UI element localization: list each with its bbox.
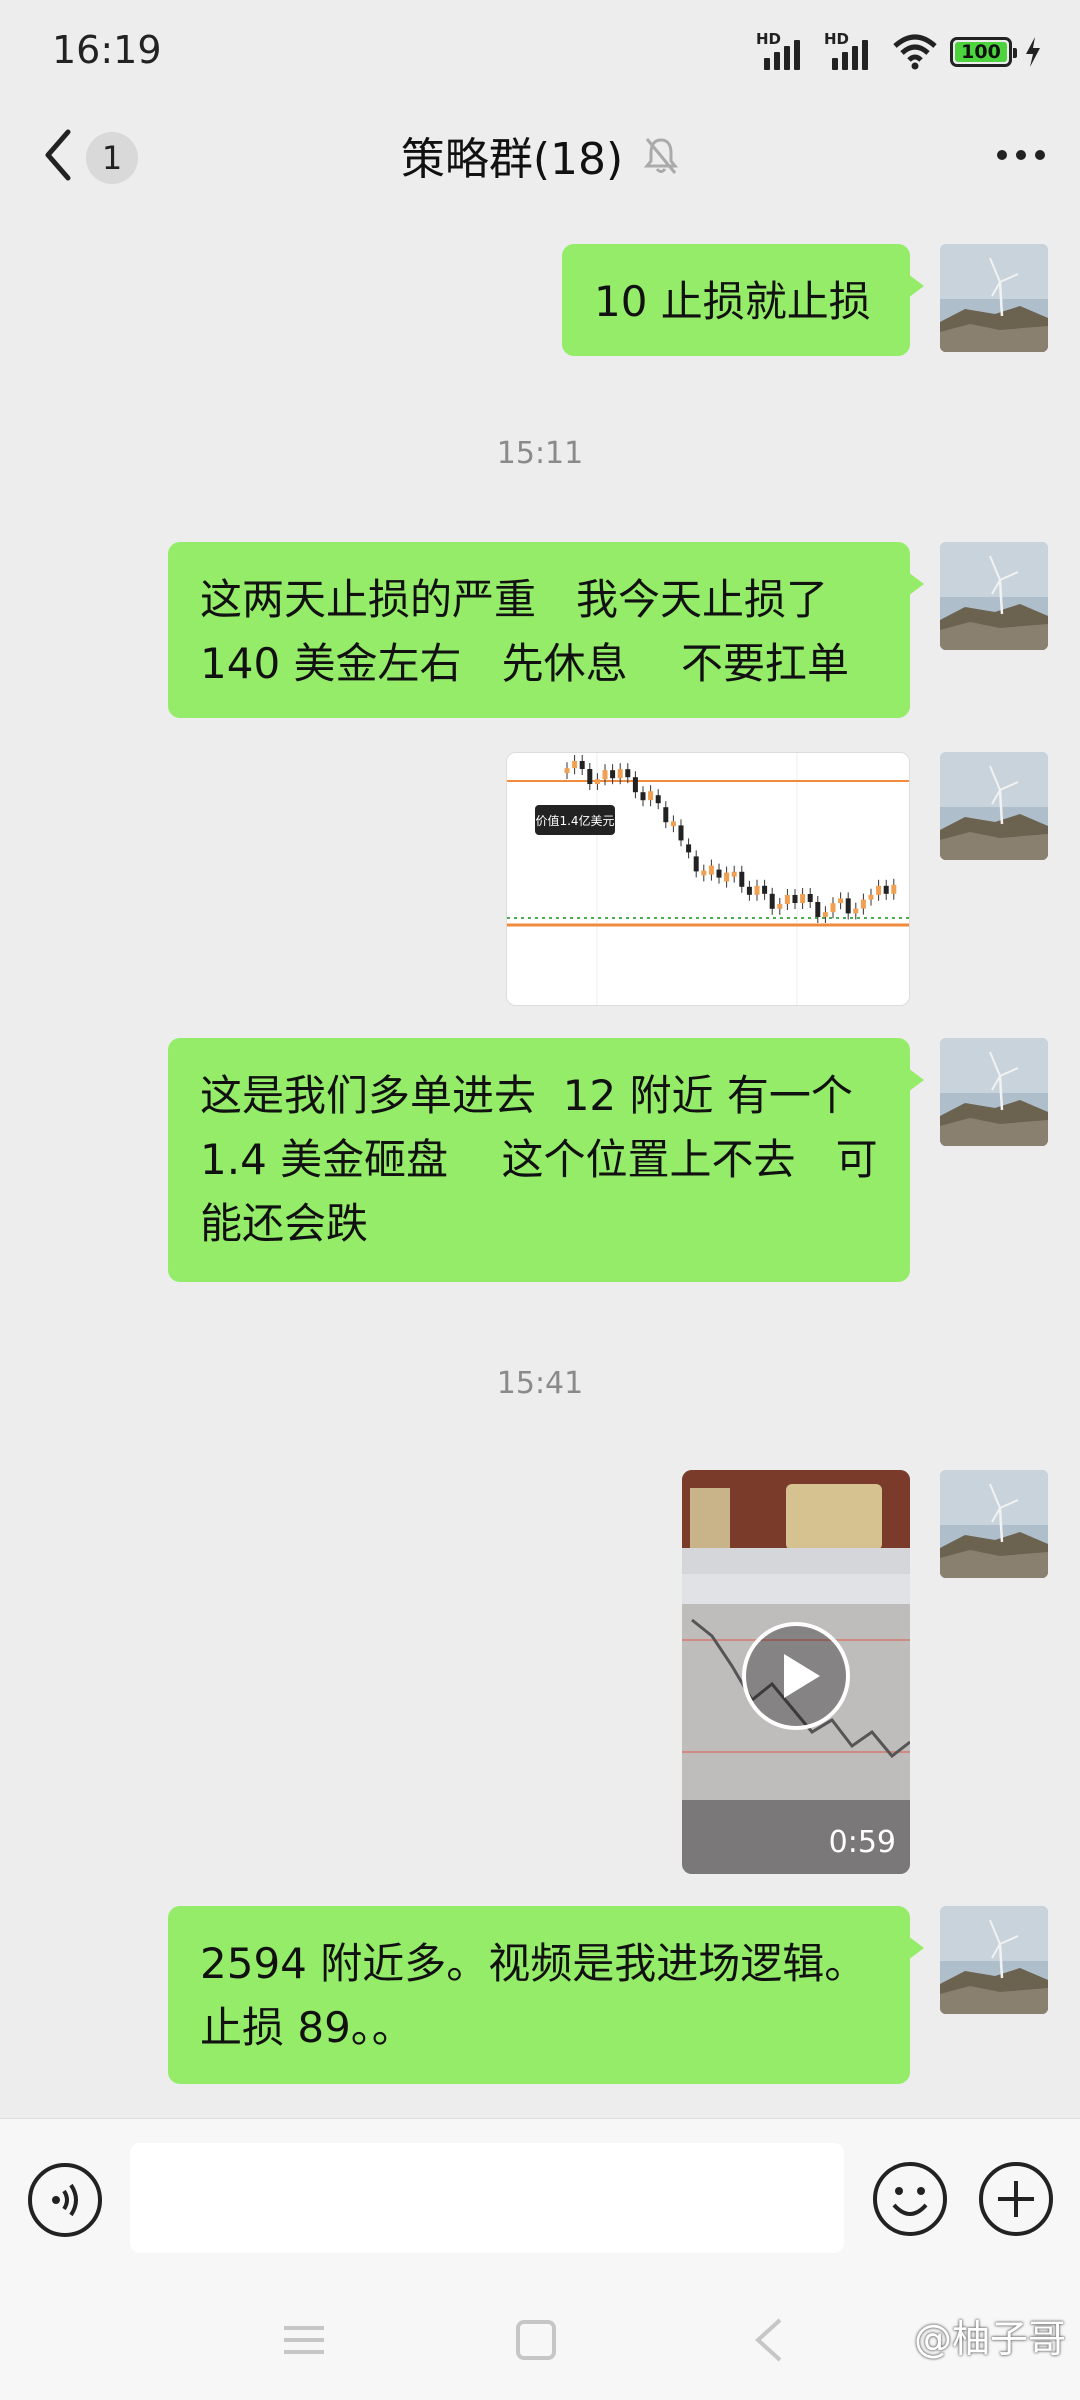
candle-body: [769, 893, 775, 909]
plus-button[interactable]: [976, 2159, 1056, 2239]
avatar[interactable]: [940, 1906, 1048, 2014]
chart-image-message[interactable]: 价值1.4亿美元: [506, 752, 910, 1006]
candle-body: [792, 895, 798, 903]
signal-hd-label: HD: [756, 30, 782, 48]
candle-body: [800, 894, 806, 903]
avatar[interactable]: [940, 1470, 1048, 1578]
video-message[interactable]: 0:59: [682, 1470, 910, 1874]
candle-body: [883, 885, 889, 894]
status-time: 16:19: [52, 28, 162, 72]
signal-icon: HD: [824, 30, 880, 74]
chart-tooltip: 价值1.4亿美元: [535, 813, 614, 828]
voice-input-button[interactable]: [26, 2161, 104, 2239]
status-bar: 16:19 HD HD 100: [0, 0, 1080, 100]
candle-body: [891, 884, 897, 894]
charging-icon: [1026, 37, 1040, 67]
candle-body: [579, 761, 585, 769]
timestamp: 15:11: [496, 436, 584, 471]
more-options-button[interactable]: [990, 130, 1052, 180]
emoji-button[interactable]: [870, 2159, 950, 2239]
avatar[interactable]: [940, 542, 1048, 650]
candle-body: [838, 898, 844, 904]
battery-level: 100: [961, 41, 1001, 63]
candle-body: [807, 894, 813, 902]
candle-body: [784, 895, 790, 904]
candle-body: [701, 870, 707, 876]
candle-body: [860, 899, 866, 909]
input-bar: [0, 2118, 1080, 2279]
candle-body: [663, 807, 669, 823]
video-duration: 0:59: [828, 1825, 896, 1860]
avatar[interactable]: [940, 1038, 1048, 1146]
candle-body: [564, 768, 570, 773]
chat-title: 策略群(18): [400, 134, 624, 185]
candle-body: [777, 904, 783, 909]
avatar[interactable]: [940, 244, 1048, 352]
back-nav-icon[interactable]: [740, 2312, 800, 2368]
candle-body: [632, 777, 638, 793]
candle-body: [876, 885, 882, 895]
candle-body: [594, 779, 600, 784]
candle-body: [602, 770, 608, 780]
candle-body: [830, 903, 836, 913]
battery-icon: 100: [950, 37, 1017, 67]
candle-body: [815, 902, 821, 917]
candle-body: [587, 769, 593, 784]
candle-body: [572, 761, 578, 769]
message-bubble[interactable]: 10 止损就止损: [562, 244, 924, 356]
home-nav-icon[interactable]: [506, 2312, 566, 2368]
message-bubble[interactable]: 2594 附近多。视频是我进场逻辑。 止损 89。。: [168, 1906, 924, 2084]
candle-body: [853, 908, 859, 914]
candle-body: [754, 885, 760, 895]
timestamp: 15:41: [496, 1366, 584, 1401]
candle-body: [716, 869, 722, 878]
play-icon[interactable]: [740, 1620, 852, 1732]
candle-body: [693, 856, 699, 872]
candle-body: [746, 886, 752, 895]
candle-body: [670, 821, 676, 827]
chat-header: 1 策略群(18): [0, 100, 1080, 210]
candle-body: [845, 898, 851, 914]
signal-icon: HD: [756, 30, 812, 74]
candle-body: [655, 795, 661, 804]
candle-body: [708, 865, 714, 875]
message-bubble[interactable]: 这是我们多单进去 12 附近 有一个 1.4 美金砸盘 这个位置上不去 可 能还…: [168, 1038, 924, 1282]
candle-body: [686, 844, 692, 853]
signal-hd-label: HD: [824, 30, 850, 48]
avatar[interactable]: [940, 752, 1048, 860]
mute-bell-icon: [644, 138, 679, 174]
watermark: @柚子哥: [913, 2317, 1066, 2361]
candle-body: [640, 792, 646, 801]
menu-nav-icon[interactable]: [274, 2312, 334, 2368]
system-nav-bar: @柚子哥: [0, 2278, 1080, 2400]
message-input[interactable]: [130, 2143, 844, 2253]
candle-body: [617, 769, 623, 779]
candle-body: [625, 769, 631, 778]
candle-body: [678, 825, 684, 841]
wifi-icon: [893, 34, 937, 70]
candle-body: [739, 871, 745, 887]
message-bubble[interactable]: 这两天止损的严重 我今天止损了 140 美金左右 先休息 不要扛单: [168, 542, 924, 718]
status-icons: HD HD 100: [756, 30, 1042, 74]
candle-body: [648, 791, 654, 801]
candle-body: [610, 770, 616, 779]
candlestick-chart-image: 价值1.4亿美元: [507, 753, 909, 1005]
candle-body: [762, 885, 768, 894]
candle-body: [822, 912, 828, 917]
candle-body: [731, 871, 737, 877]
candle-body: [724, 872, 730, 882]
candle-body: [868, 894, 874, 900]
